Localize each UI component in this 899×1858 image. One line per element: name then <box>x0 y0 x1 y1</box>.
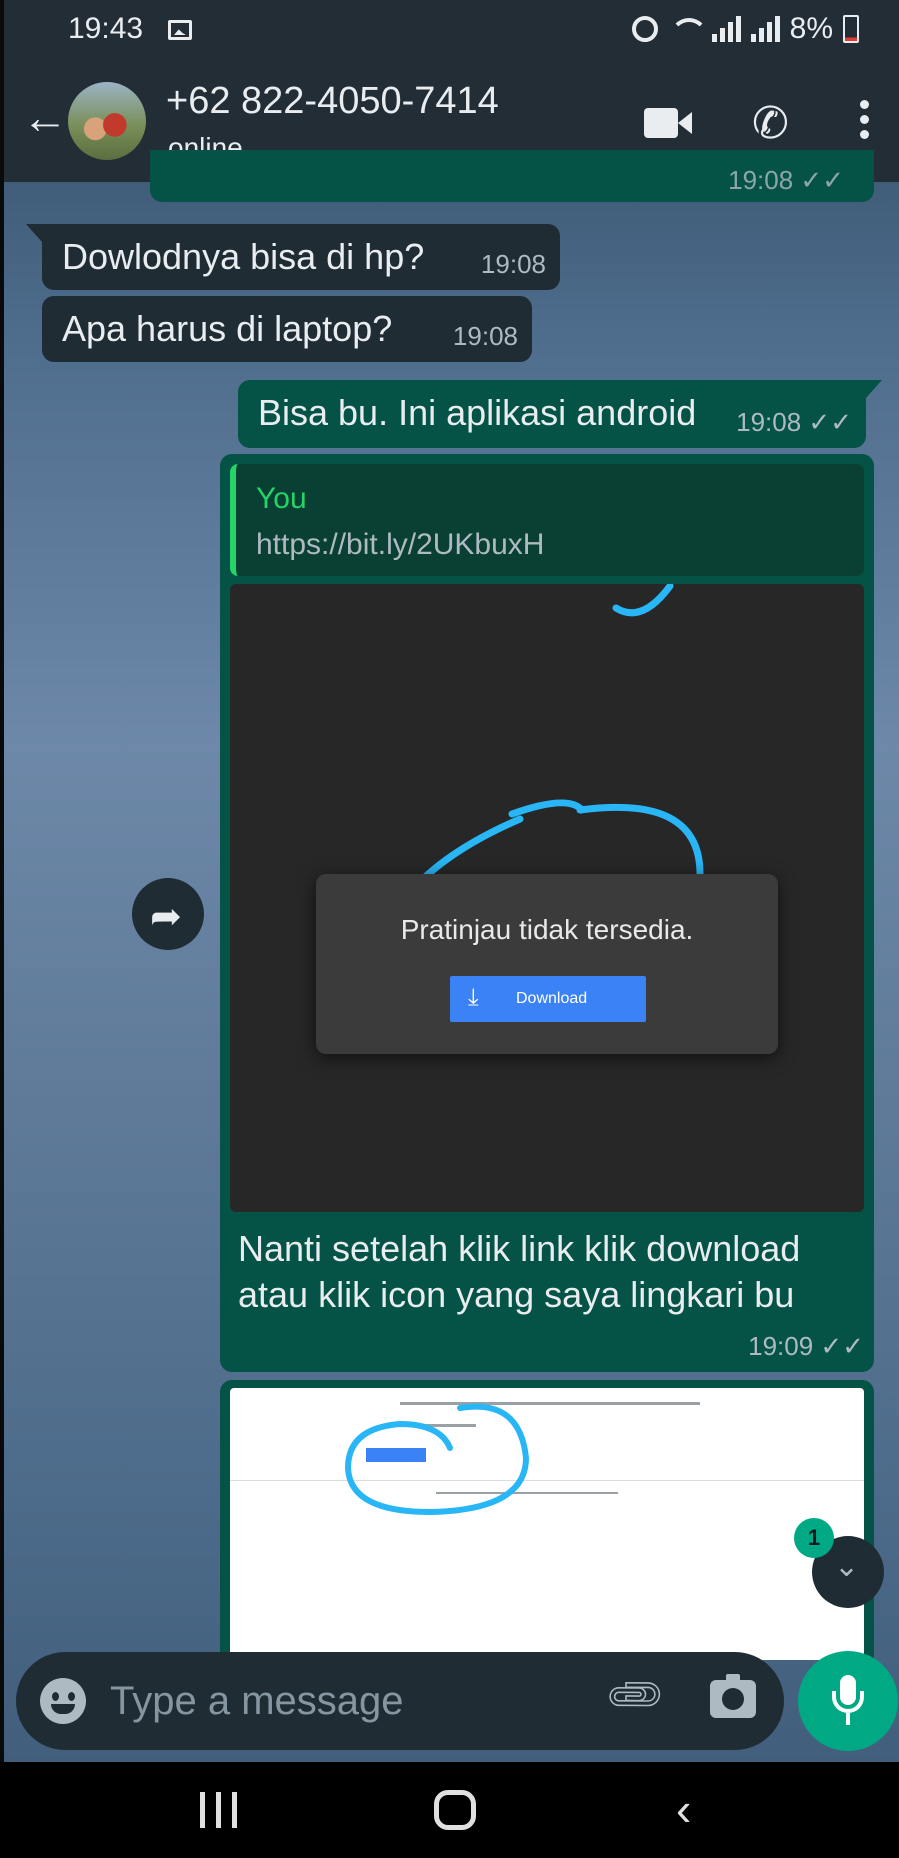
message-caption: Nanti setelah klik link klik download at… <box>238 1228 801 1315</box>
message-bubble-outgoing-image[interactable] <box>220 1380 874 1660</box>
forward-icon: ➦ <box>150 896 182 938</box>
message-time: 19:08 ✓✓ <box>736 407 852 437</box>
more-options-icon[interactable] <box>860 100 870 140</box>
system-back-icon[interactable]: ‹ <box>676 1786 691 1832</box>
download-button[interactable]: ⤓ Download <box>450 976 646 1022</box>
message-bubble-outgoing-link[interactable]: You https://bit.ly/2UKbuxH Pratinjau tid… <box>220 454 874 1372</box>
message-text: Bisa bu. Ini aplikasi android <box>258 392 697 433</box>
attach-icon[interactable]: 📎︎ <box>601 1661 670 1730</box>
message-bubble-incoming[interactable]: Apa harus di laptop? 19:08 <box>42 296 532 362</box>
message-time: 19:09 ✓✓ <box>748 1331 864 1361</box>
contact-avatar[interactable] <box>68 82 146 160</box>
home-icon[interactable] <box>434 1790 476 1830</box>
status-icons: 8% <box>631 12 859 46</box>
voice-message-button[interactable] <box>798 1651 898 1751</box>
quote-author: You <box>256 482 307 515</box>
voice-call-icon[interactable]: ✆ <box>752 98 789 149</box>
wifi-icon <box>668 16 708 42</box>
alarm-icon <box>631 16 658 42</box>
hand-drawn-circle-icon <box>344 1403 530 1516</box>
message-composer: 📎︎ <box>16 1652 784 1750</box>
status-bar: 19:43 8% <box>4 0 899 58</box>
gallery-icon <box>168 20 192 40</box>
preview-unavailable-text: Pratinjau tidak tersedia. <box>400 914 694 945</box>
chevron-down-icon: ⌄ <box>834 1550 860 1583</box>
back-arrow-icon[interactable]: ← <box>22 94 68 140</box>
camera-icon[interactable] <box>710 1674 756 1718</box>
unread-badge: 1 <box>794 1518 834 1558</box>
status-time: 19:43 <box>68 12 144 45</box>
phone-screen: 19:43 8% ← +62 822-4050-7414 online ✆ 19… <box>0 0 899 1858</box>
message-bubble-outgoing[interactable]: Bisa bu. Ini aplikasi android 19:08 ✓✓ <box>238 380 882 448</box>
signal-icon <box>711 16 741 42</box>
download-label: Download <box>516 990 588 1007</box>
image-preview[interactable]: Pratinjau tidak tersedia. ⤓ Download <box>230 584 864 1212</box>
preview-dialog: Pratinjau tidak tersedia. ⤓ Download <box>316 874 778 1054</box>
video-call-icon[interactable] <box>644 108 692 138</box>
recent-apps-icon[interactable] <box>200 1792 240 1828</box>
forward-button[interactable]: ➦ <box>132 878 204 950</box>
message-time: 19:08 ✓✓ <box>728 165 844 195</box>
message-input[interactable] <box>110 1672 590 1730</box>
message-text: Apa harus di laptop? <box>62 308 393 349</box>
signal-icon-2 <box>750 16 780 42</box>
system-nav-bar: ‹ <box>0 1762 899 1858</box>
message-text: Dowlodnya bisa di hp? <box>62 236 425 277</box>
battery-percent: 8% <box>789 12 833 45</box>
battery-icon <box>843 15 859 43</box>
contact-name[interactable]: +62 822-4050-7414 <box>166 80 499 123</box>
message-bubble-incoming[interactable]: Dowlodnya bisa di hp? 19:08 <box>26 224 560 290</box>
quoted-message[interactable]: You https://bit.ly/2UKbuxH <box>230 464 864 576</box>
download-icon: ⤓ <box>468 984 479 1011</box>
message-time: 19:08 <box>452 321 518 351</box>
message-time: 19:08 <box>480 249 546 279</box>
quote-link[interactable]: https://bit.ly/2UKbuxH <box>256 528 544 562</box>
image-preview[interactable] <box>230 1388 864 1660</box>
message-bubble-partial[interactable]: 19:08 ✓✓ <box>150 150 874 202</box>
emoji-icon[interactable] <box>40 1678 86 1724</box>
